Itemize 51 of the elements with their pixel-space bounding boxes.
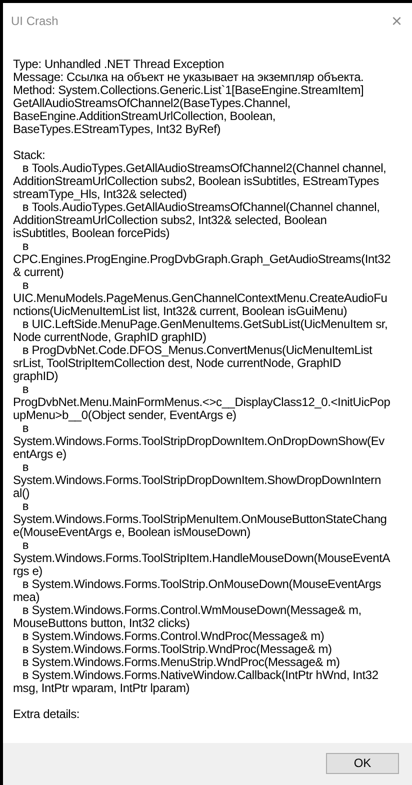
detail-line: nctions(UicMenuItemList list, Int32& current, Boolean isGuiMenu) — [13, 305, 348, 318]
detail-line: в System.Windows.Forms.Control.WmMouseDown(Message& m, — [22, 604, 362, 617]
detail-line: System.Windows.Forms.ToolStripItem.HandleMouseDown(MouseEventA — [13, 552, 392, 565]
detail-line: BaseEngine.AdditionStreamUrlCollection, Boolean, — [13, 110, 276, 123]
detail-line: в — [22, 539, 29, 552]
detail-line: AdditionStreamUrlCollection subs2, Int32& selected, Boolean — [13, 214, 327, 227]
detail-line: в — [21, 279, 29, 292]
detail-line: ProgDvbNet.Menu.MainFormMenus.<>c__DisplayClass12_0.<InitUicPop — [13, 396, 392, 409]
detail-line: UIC.MenuModels.PageMenus.GenChannelContextMenu.CreateAudioFu — [13, 292, 388, 305]
detail-line: в — [22, 500, 30, 513]
ok-button[interactable]: OK — [326, 752, 399, 774]
detail-line: System.Windows.Forms.ToolStripDropDownItem.ShowDropDownIntern — [13, 474, 382, 487]
detail-line: Method: System.Collections.Generic.List`1[BaseEngine.StreamItem] — [13, 84, 365, 97]
detail-line: в System.Windows.Forms.ToolStrip.WndProc(Message& m) — [21, 643, 333, 656]
detail-line: в — [21, 240, 30, 253]
detail-line: al() — [13, 487, 30, 500]
detail-line: в Tools.AudioTypes.GetAllAudioStreamsOfChannel2(Channel channel, — [21, 162, 388, 175]
window-title: UI Crash — [11, 12, 58, 30]
detail-line: в ProgDvbNet.Code.DFOS_Menus.ConvertMenus(UicMenuItemList — [21, 344, 374, 357]
detail-line: AdditionStreamUrlCollection subs2, Boolean isSubtitles, EStreamTypes — [13, 175, 380, 188]
detail-line: graphID) — [13, 370, 58, 383]
detail-line: в System.Windows.Forms.NativeWindow.Callback(IntPtr hWnd, Int32 — [21, 669, 380, 682]
detail-line: в Tools.AudioTypes.GetAllAudioStreamsOfChannel(Channel channel, — [22, 201, 381, 214]
detail-line: в UIC.LeftSide.MenuPage.GenMenuItems.GetSubList(UicMenuItem sr, — [22, 318, 389, 331]
detail-line: в System.Windows.Forms.MenuStrip.WndProc(Message& m) — [21, 656, 341, 669]
detail-line: streamType_Hls, Int32& selected) — [13, 188, 188, 201]
detail-line: rgs e) — [13, 565, 42, 578]
detail-line: Message: Ссылка на объект не указывает на экземпляр объекта. — [13, 71, 365, 84]
detail-line: System.Windows.Forms.ToolStripMenuItem.OnMouseButtonStateChang — [13, 513, 388, 526]
detail-line: в System.Windows.Forms.ToolStrip.OnMouseDown(MouseEventArgs — [22, 578, 382, 591]
detail-line: srList, ToolStripItemCollection dest, Node currentNode, GraphID — [13, 357, 341, 370]
detail-line: & current) — [13, 266, 64, 279]
detail-line: e(MouseEventArgs e, Boolean isMouseDown) — [13, 526, 250, 539]
detail-line: GetAllAudioStreamsOfChannel2(BaseTypes.Channel, — [13, 97, 290, 110]
detail-line: MouseButtons button, Int32 clicks) — [13, 617, 190, 630]
detail-line: Node currentNode, GraphID graphID) — [13, 331, 206, 344]
detail-line: msg, IntPtr wparam, IntPtr lparam) — [13, 682, 190, 695]
detail-line: System.Windows.Forms.ToolStripDropDownItem.OnDropDownShow(Ev — [13, 435, 386, 448]
detail-line: в System.Windows.Forms.Control.WndProc(Message& m) — [21, 630, 326, 643]
detail-line: Extra details: — [13, 708, 81, 721]
detail-line: CPC.Engines.ProgEngine.ProgDvbGraph.Graph_GetAudioStreams(Int32 — [13, 253, 392, 266]
detail-line: entArgs e) — [13, 448, 66, 461]
detail-line: Type: Unhandled .NET Thread Exception — [13, 58, 225, 71]
detail-line: Stack: — [13, 149, 46, 162]
detail-line: в — [22, 383, 29, 396]
detail-line: upMenu>b__0(Object sender, EventArgs e) — [13, 409, 236, 422]
detail-line: BaseTypes.EStreamTypes, Int32 ByRef) — [13, 123, 221, 136]
detail-line: isSubtitles, Boolean forcePids) — [13, 227, 171, 240]
detail-line: в — [22, 461, 29, 474]
detail-line: mea) — [13, 591, 40, 604]
detail-line: в — [22, 422, 29, 435]
